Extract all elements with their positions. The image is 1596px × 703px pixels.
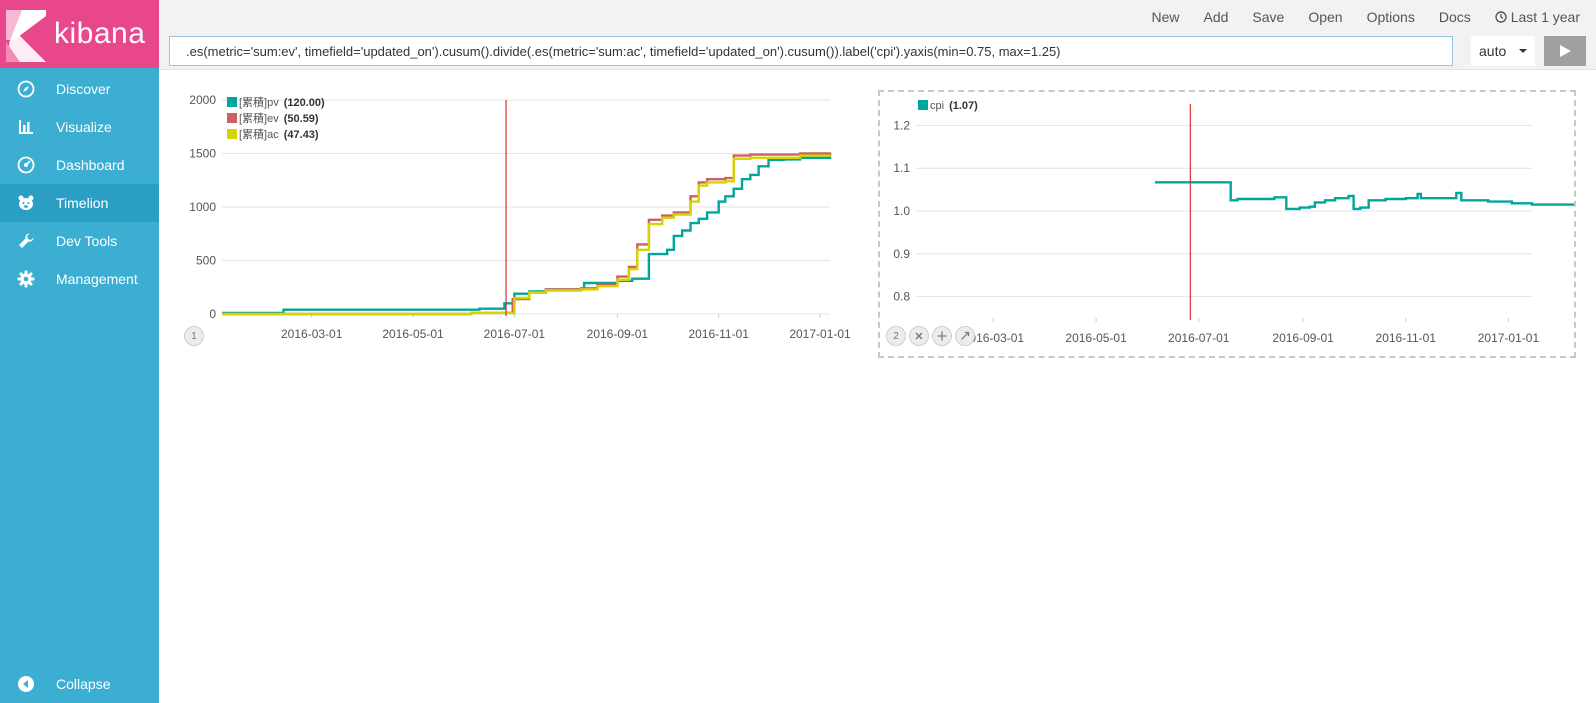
sidebar-item-dashboard[interactable]: Dashboard [0,146,159,184]
sidebar-item-label: Dashboard [56,157,125,173]
sidebar-item-discover[interactable]: Discover [0,70,159,108]
y-tick-label: 500 [196,254,216,268]
y-tick-label: 1.2 [893,118,910,132]
x-tick-label: 2016-11-01 [1376,331,1437,345]
legend-swatch [227,97,237,107]
sidebar-item-timelion[interactable]: Timelion [0,184,159,222]
bar-chart-icon [17,118,35,136]
compass-icon [17,80,35,98]
legend-value: (47.43) [284,129,319,141]
new-button[interactable]: New [1151,9,1179,25]
panel-index-badge[interactable]: 1 [184,326,204,346]
legend-value: (1.07) [949,100,978,112]
legend-swatch [227,129,237,139]
chart-panel-1[interactable]: 0 500 1000 1500 2000 2016-03-01 2016-05-01 2016… [168,88,858,360]
resize-panel-button[interactable] [955,326,975,346]
x-tick-label: 2016-09-01 [1272,331,1334,345]
legend-swatch [918,100,928,110]
x-tick-label: 2016-03-01 [281,327,343,341]
series-line [1155,181,1596,211]
remove-panel-button[interactable] [909,326,929,346]
sidebar-item-label: Dev Tools [56,233,118,249]
series-line [222,153,832,315]
clock-icon [1495,11,1507,23]
interval-value: auto [1479,43,1507,59]
gauge-icon [17,156,35,174]
time-picker-button[interactable]: Last 1 year [1495,9,1580,25]
panel-index-badge[interactable]: 2 [886,326,906,346]
play-icon [1560,45,1571,57]
docs-button[interactable]: Docs [1439,9,1471,25]
move-panel-button[interactable] [932,326,952,346]
y-tick-label: 1.1 [893,161,910,175]
wrench-icon [17,232,35,250]
sidebar-item-label: Timelion [56,195,109,211]
sidebar-item-label: Visualize [56,119,112,135]
x-tick-label: 2016-05-01 [1065,331,1127,345]
add-button[interactable]: Add [1203,9,1228,25]
x-tick-label: 2016-11-01 [688,327,749,341]
open-button[interactable]: Open [1308,9,1342,25]
interval-select[interactable]: auto [1471,36,1535,66]
kibana-logo[interactable]: kibana [0,0,159,68]
y-tick-label: 2000 [189,93,216,107]
series-line [222,154,832,316]
sidebar-item-visualize[interactable]: Visualize [0,108,159,146]
chart-2: 0.80.91.01.11.22016-03-01 2016-05-01 2016-… [893,100,1596,345]
chart-panel-2[interactable]: 0.8 0.9 1.0 1.1 1.2 2016-03-01 2016-05-01 2016-… [878,90,1596,358]
expand-icon [961,331,970,340]
sidebar-item-label: Management [56,271,138,287]
x-tick-label: 2016-09-01 [587,327,649,341]
y-tick-label: 0.8 [893,290,910,304]
expression-input[interactable] [169,36,1453,66]
sidebar-collapse[interactable]: Collapse [0,665,159,703]
y-tick-label: 1.0 [893,204,910,218]
legend-value: (120.00) [284,97,325,109]
top-menu: New Add Save Open Options Docs Last 1 ye… [1127,6,1580,28]
collapse-label: Collapse [56,676,111,692]
y-tick-label: 0.9 [893,247,910,261]
gear-icon [17,270,35,288]
x-tick-label: 2017-01-01 [1478,331,1540,345]
sidebar-item-label: Discover [56,81,111,97]
y-tick-label: 1500 [189,147,216,161]
collapse-icon [17,675,35,693]
legend-label[interactable]: [累積]ac [239,127,279,141]
app-title: kibana [54,17,146,50]
save-button[interactable]: Save [1252,9,1284,25]
x-tick-label: 2017-01-01 [789,327,851,341]
chart-1: 0 500 1000 1500 2000 2016-03-01 2016-05-01 2016… [189,93,851,341]
x-tick-label: 2016-05-01 [382,327,444,341]
y-tick-label: 0 [209,307,216,321]
x-tick-label: 2016-07-01 [484,327,546,341]
sidebar-item-management[interactable]: Management [0,260,159,298]
legend-value: (50.59) [284,113,319,125]
legend-label[interactable]: cpi [930,100,944,112]
close-icon [915,332,923,340]
series-line [222,152,832,316]
run-button[interactable] [1544,36,1586,66]
options-button[interactable]: Options [1367,9,1415,25]
move-icon [937,331,947,341]
legend-label[interactable]: [累積]pv [239,95,279,109]
time-range-label: Last 1 year [1510,9,1580,25]
kibana-logo-icon [6,10,46,62]
y-tick-label: 1000 [189,200,216,214]
top-bar: New Add Save Open Options Docs Last 1 ye… [159,0,1596,70]
chevron-down-icon [1519,49,1527,53]
legend-label[interactable]: [累積]ev [239,111,279,125]
bear-icon [17,194,35,212]
sidebar-item-dev-tools[interactable]: Dev Tools [0,222,159,260]
sidebar: kibana Discover Visualize Dashboard Time… [0,0,159,703]
x-tick-label: 2016-07-01 [1168,331,1230,345]
timelion-app: kibana Discover Visualize Dashboard Time… [0,0,1596,703]
legend-swatch [227,113,237,123]
